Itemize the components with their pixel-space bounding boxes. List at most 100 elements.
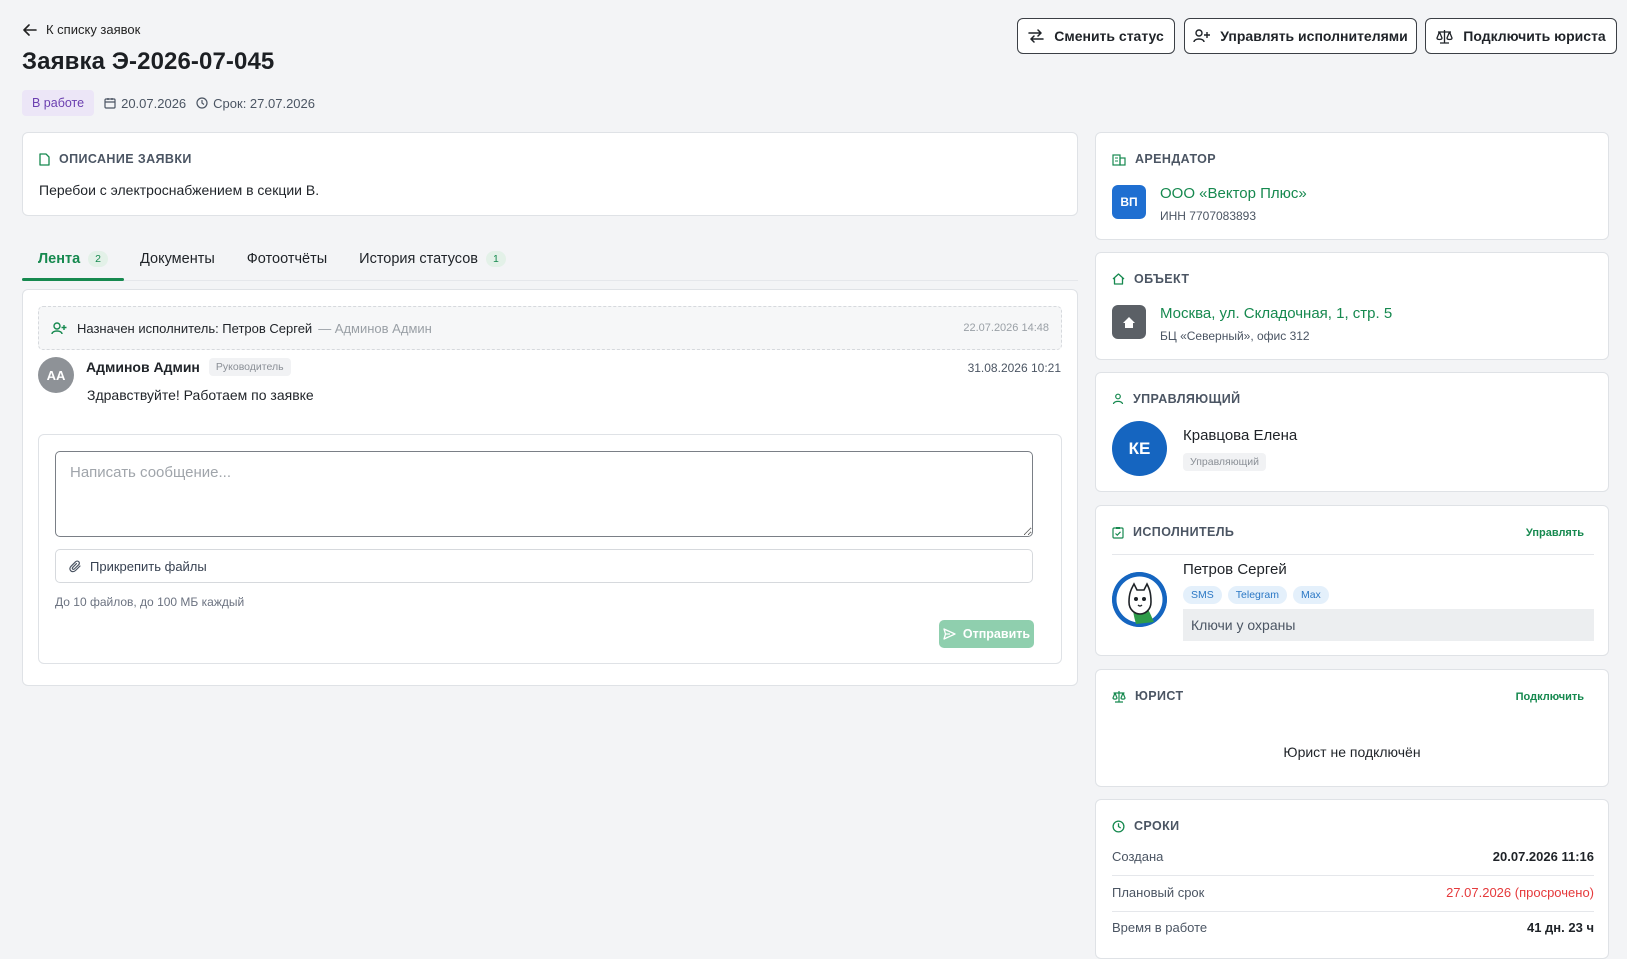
- attach-files-label: Прикрепить файлы: [90, 558, 207, 574]
- user-plus-icon: [1193, 29, 1211, 43]
- tab-feed-label: Лента: [38, 251, 81, 267]
- tab-documents[interactable]: Документы: [124, 238, 231, 280]
- scales-icon: [1112, 690, 1126, 703]
- description-text: Перебои с электроснабжением в секции В.: [39, 182, 320, 198]
- clipboard-check-icon: [1112, 526, 1124, 539]
- tenant-inn: ИНН 7707083893: [1160, 209, 1257, 223]
- tab-feed[interactable]: Лента 2: [22, 238, 125, 281]
- send-button[interactable]: Отправить: [939, 620, 1034, 648]
- object-sub: БЦ «Северный», офис 312: [1160, 329, 1310, 343]
- home-icon: [1122, 316, 1136, 329]
- manager-avatar: КЕ: [1112, 421, 1167, 476]
- deadline-row: Время в работе 41 дн. 23 ч: [1112, 920, 1594, 947]
- created-date-value: 20.07.2026: [121, 95, 187, 111]
- tab-feed-count: 2: [88, 251, 109, 267]
- executor-title: Исполнитель: [1112, 525, 1234, 539]
- deadlines-title: Сроки: [1112, 819, 1180, 833]
- connect-lawyer-button[interactable]: Подключить юриста: [1425, 18, 1617, 54]
- building-icon: [1112, 153, 1126, 166]
- meta-row: В работе 20.07.2026 Срок: 27.07.2026: [22, 90, 315, 116]
- change-status-button[interactable]: Сменить статус: [1017, 18, 1175, 54]
- manager-title: Управляющий: [1112, 392, 1241, 406]
- deadlines-title-text: Сроки: [1134, 819, 1180, 833]
- clock-icon: [196, 97, 208, 109]
- arrow-left-icon: [23, 23, 37, 36]
- event-time: 22.07.2026 14:48: [963, 322, 1049, 334]
- executor-note: Ключи у охраны: [1183, 609, 1594, 641]
- attach-files-button[interactable]: Прикрепить файлы: [55, 549, 1033, 583]
- channel-badge: Telegram: [1227, 586, 1287, 604]
- manage-executors-button[interactable]: Управлять исполнителями: [1184, 18, 1417, 54]
- object-title: Объект: [1112, 272, 1189, 286]
- tenant-title-text: Арендатор: [1135, 152, 1217, 166]
- document-icon: [39, 152, 50, 166]
- clock-icon: [1112, 819, 1125, 833]
- page-title: Заявка Э-2026-07-045: [22, 48, 275, 75]
- manager-card: Управляющий КЕ Кравцова Елена Управляющи…: [1095, 372, 1609, 492]
- manage-executors-label: Управлять исполнителями: [1220, 28, 1408, 44]
- connect-lawyer-label: Подключить юриста: [1463, 28, 1606, 44]
- channel-badge: SMS: [1183, 586, 1222, 604]
- executor-title-text: Исполнитель: [1133, 525, 1235, 539]
- message-header: Админов Админ Руководитель: [86, 358, 291, 376]
- executor-name: Петров Сергей: [1183, 561, 1287, 578]
- tenant-name-link[interactable]: ООО «Вектор Плюс»: [1160, 185, 1307, 202]
- manage-executor-link[interactable]: Управлять: [1526, 527, 1584, 539]
- event-author: — Админов Админ: [318, 320, 432, 336]
- tenant-title: Арендатор: [1112, 152, 1216, 166]
- tab-status-history-label: История статусов: [359, 251, 478, 267]
- cat-illustration-icon: [1112, 572, 1167, 627]
- description-title: Описание заявки: [39, 152, 192, 166]
- manager-title-text: Управляющий: [1133, 392, 1241, 406]
- description-title-text: Описание заявки: [59, 152, 192, 166]
- change-status-label: Сменить статус: [1054, 28, 1164, 44]
- lawyer-card: Юрист Подключить Юрист не подключён: [1095, 669, 1609, 787]
- deadlines-card: Сроки Создана 20.07.2026 11:16 Плановый …: [1095, 799, 1609, 959]
- back-link[interactable]: К списку заявок: [23, 22, 140, 37]
- status-badge: В работе: [22, 90, 95, 116]
- paperclip-icon: [69, 559, 82, 573]
- tab-status-history[interactable]: История статусов 1: [343, 238, 522, 280]
- role-badge: Руководитель: [208, 358, 291, 376]
- deadline-row: Создана 20.07.2026 11:16: [1112, 849, 1594, 876]
- swap-icon: [1028, 29, 1044, 43]
- message-text: Здравствуйте! Работаем по заявке: [87, 387, 314, 403]
- send-icon: [943, 628, 956, 640]
- tenant-card: Арендатор ВП ООО «Вектор Плюс» ИНН 77070…: [1095, 132, 1609, 240]
- executor-channels: SMS Telegram Max: [1183, 586, 1329, 604]
- deadline-value: 41 дн. 23 ч: [1526, 920, 1594, 935]
- deadline-label: Время в работе: [1112, 920, 1208, 935]
- scales-icon: [1436, 29, 1453, 44]
- deadline-row: Плановый срок 27.07.2026 (просрочено): [1112, 885, 1594, 912]
- tab-photo-reports[interactable]: Фотоотчёты: [231, 238, 343, 280]
- deadline-label: Плановый срок: [1112, 885, 1205, 900]
- message-composer: Прикрепить файлы До 10 файлов, до 100 МБ…: [38, 434, 1062, 664]
- tenant-avatar: ВП: [1112, 185, 1146, 219]
- lawyer-empty-text: Юрист не подключён: [1283, 744, 1421, 760]
- object-card: Объект Москва, ул. Складочная, 1, стр. 5…: [1095, 252, 1609, 360]
- tab-status-history-count: 1: [485, 251, 506, 267]
- tab-photo-reports-label: Фотоотчёты: [246, 251, 328, 267]
- event-text: Назначен исполнитель: Петров Сергей: [77, 320, 313, 336]
- object-avatar: [1112, 305, 1146, 339]
- back-link-label: К списку заявок: [46, 22, 141, 37]
- manager-role-badge: Управляющий: [1183, 453, 1266, 471]
- assignment-event: Назначен исполнитель: Петров Сергей — Ад…: [38, 306, 1062, 350]
- object-title-text: Объект: [1134, 272, 1190, 286]
- channel-badge: Max: [1292, 586, 1329, 604]
- object-address-link[interactable]: Москва, ул. Складочная, 1, стр. 5: [1160, 305, 1392, 322]
- lawyer-title-text: Юрист: [1135, 689, 1184, 703]
- message-input[interactable]: [55, 451, 1033, 537]
- tabs: Лента 2 Документы Фотоотчёты История ста…: [22, 238, 1078, 281]
- lawyer-title: Юрист: [1112, 689, 1184, 703]
- connect-lawyer-link[interactable]: Подключить: [1516, 691, 1584, 703]
- created-date: 20.07.2026: [104, 96, 186, 111]
- message-author: Админов Админ: [86, 359, 200, 375]
- executor-card: Исполнитель Управлять Петров Сергей SMS …: [1095, 505, 1609, 656]
- user-icon: [1112, 393, 1124, 405]
- attach-hint: До 10 файлов, до 100 МБ каждый: [55, 595, 245, 609]
- deadline-value: 20.07.2026 11:16: [1492, 849, 1594, 864]
- description-card: Описание заявки Перебои с электроснабжен…: [22, 132, 1078, 216]
- deadline: Срок: 27.07.2026: [196, 96, 315, 111]
- tab-documents-label: Документы: [140, 251, 215, 267]
